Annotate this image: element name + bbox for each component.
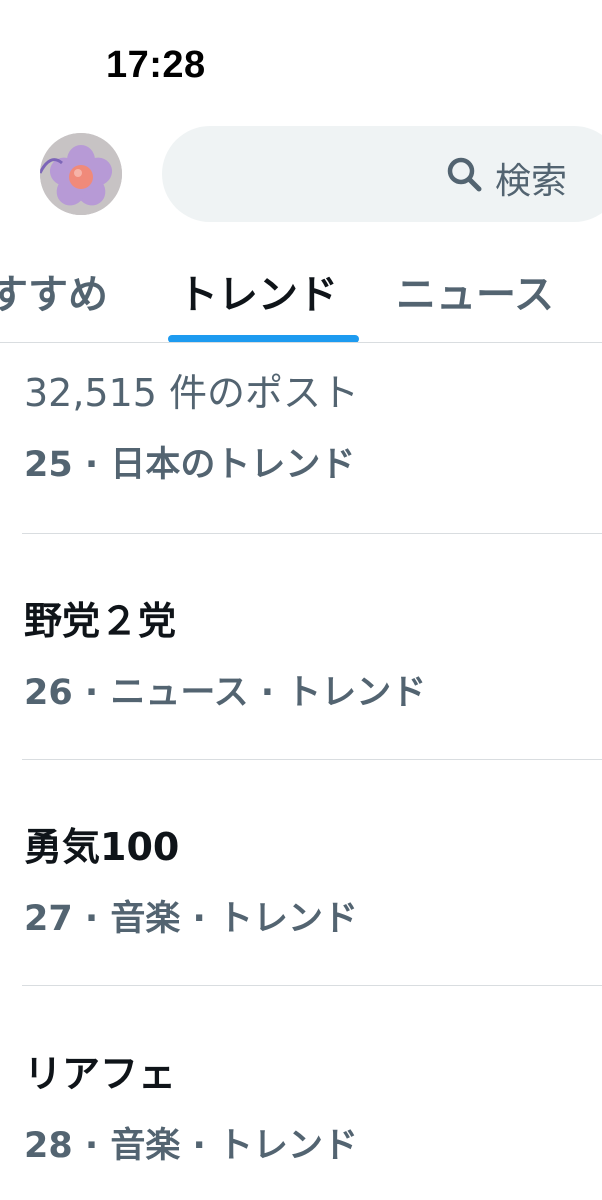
trend-meta: 28 · 音楽 · トレンド [24,1126,359,1166]
list-divider [22,533,602,534]
flower-avatar-icon [40,133,122,215]
trend-title: リアフェ [24,1052,177,1096]
trend-title: 野党２党 [24,599,177,643]
tab-recommended[interactable]: すすめ [0,262,108,320]
trend-post-count: 32,515 件のポスト [24,371,360,415]
tabs-divider [0,342,602,343]
profile-avatar[interactable] [40,133,122,215]
trend-title: 勇気100 [24,825,180,869]
search-placeholder: 検索 [495,161,568,202]
trend-meta: 27 · 音楽 · トレンド [24,899,359,939]
status-time: 17:28 [106,44,206,86]
search-icon [445,155,483,193]
status-bar: 17:28 [0,0,602,110]
trend-meta: 25 · 日本のトレンド [24,445,356,485]
tab-trending[interactable]: トレンド [178,262,338,320]
trends-screen: 17:28 検索 すすめ トレンド ニュース 32,515 件のポスト 25 ·… [0,0,602,1200]
list-divider [22,985,602,986]
list-divider [22,759,602,760]
trend-meta: 26 · ニュース · トレンド [24,673,427,713]
tab-news[interactable]: ニュース [396,262,554,320]
